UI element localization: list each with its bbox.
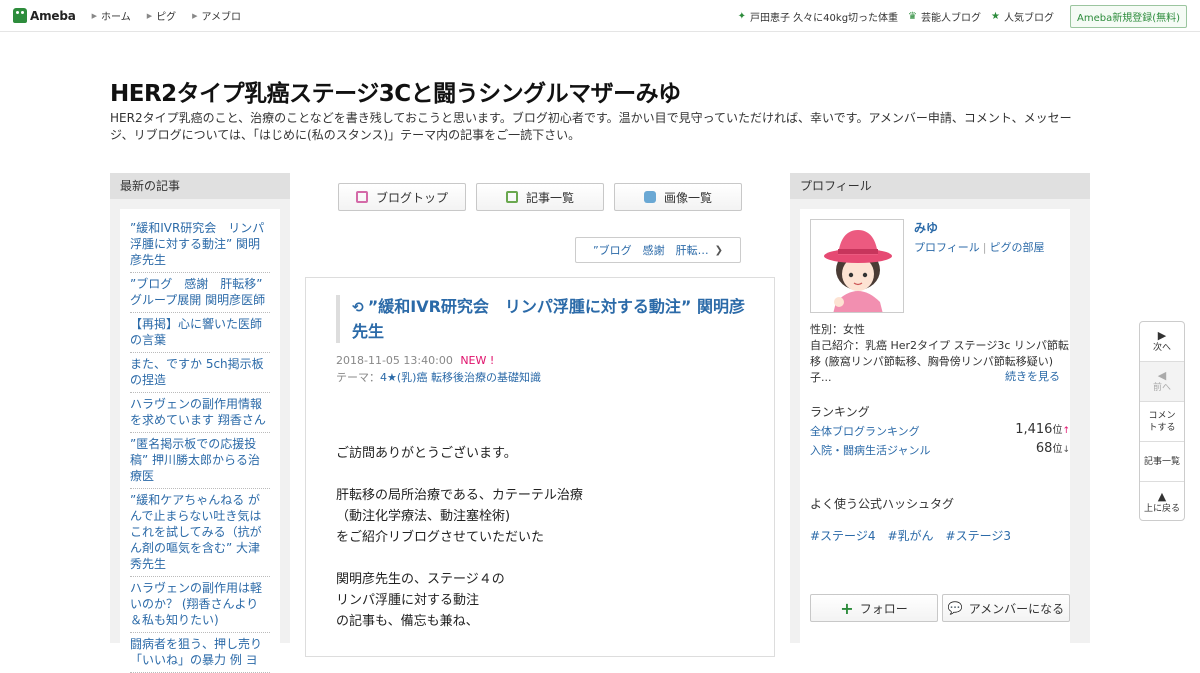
hashtag-heading: よく使う公式ハッシュタグ — [810, 497, 955, 511]
ameba-logo[interactable]: Ameba — [13, 8, 76, 23]
back-to-top-button[interactable]: ▲ 上に戻る — [1140, 482, 1184, 522]
left-sidebar: 最新の記事 ”緩和IVR研究会 リンパ浮腫に対する動注” 関明彦先生 ”ブログ … — [110, 173, 290, 673]
speech-bubble-icon: 💬 — [947, 601, 963, 615]
avatar[interactable] — [810, 219, 904, 313]
avatar-illustration — [811, 220, 903, 312]
recent-article-link[interactable]: 【再掲】心に響いた医師の言葉 — [130, 313, 270, 353]
chevron-right-icon: ❯ — [714, 244, 724, 256]
top-right-links: ✦ 戸田恵子 久々に40kg切った体重 ♛ 芸能人ブログ ★ 人気ブログ Ameba新… — [728, 0, 1187, 32]
body-line: ご訪問ありがとうございます。 — [336, 446, 517, 461]
article-body: ご訪問ありがとうございます。 肝転移の局所治療である、カテーテル治療 （動注化学… — [336, 443, 756, 632]
recent-article-link[interactable]: ハラヴェンの副作用は軽いのか？ (翔香さんより＆私も知りたい) — [130, 577, 270, 633]
profile-name[interactable]: みゆ — [914, 219, 938, 236]
register-button[interactable]: Ameba新規登録(無料) — [1069, 4, 1187, 28]
recent-articles-heading: 最新の記事 — [110, 173, 290, 199]
profile-heading: プロフィール — [790, 173, 1090, 199]
body-line: 関明彦先生の、ステージ４の — [336, 572, 505, 587]
triangle-left-icon: ◀ — [1157, 369, 1167, 382]
rank-down-icon: ↓ — [1062, 445, 1070, 455]
nav-ameblo-link[interactable]: ▶ アメブロ — [192, 8, 241, 24]
follow-button[interactable]: + フォロー — [810, 594, 938, 622]
genre-ranking-link[interactable]: 入院・闘病生活ジャンル — [810, 444, 930, 457]
recent-article-link[interactable]: ”緩和IVR研究会 リンパ浮腫に対する動注” 関明彦先生 — [130, 217, 270, 273]
amember-button[interactable]: 💬 アメンバーになる — [942, 594, 1070, 622]
crown-icon: ♛ — [908, 10, 918, 22]
popular-blog-link[interactable]: ★ 人気ブログ — [991, 9, 1054, 24]
body-line: リンパ浮腫に対する動注 — [336, 593, 480, 608]
ameba-logo-icon — [13, 8, 27, 23]
body-line: の記事も、備忘も兼ね、 — [336, 614, 479, 629]
chevron-right-icon: ▶ — [146, 11, 153, 20]
recent-article-link[interactable]: ”緩和ケアちゃんねる がんで止まらない吐き気はこれを試してみる（抗がん剤の嘔気を… — [130, 489, 270, 577]
article-date: 2018-11-05 13:40:00 — [336, 354, 453, 367]
read-more-link[interactable]: 続きを見る — [1005, 368, 1060, 384]
triangle-up-icon: ▲ — [1157, 489, 1167, 503]
article-meta: 2018-11-05 13:40:00 NEW ! テーマ：4★(乳)癌 転移後… — [336, 352, 541, 386]
recent-article-link[interactable]: ”匿名掲示板での応援投稿” 押川勝太郎からる治療医 — [130, 433, 270, 489]
triangle-right-icon: ▶ — [1157, 329, 1167, 342]
nav-pig-link[interactable]: ▶ ピグ — [146, 8, 176, 24]
recent-article-link[interactable]: ハラヴェンの副作用情報を求めています 翔香さん — [130, 393, 270, 433]
article-list-float-button[interactable]: 記事一覧 — [1140, 442, 1184, 482]
comment-button[interactable]: コメントする — [1140, 402, 1184, 442]
chevron-right-icon: ▶ — [91, 11, 98, 20]
star-icon: ★ — [991, 10, 1000, 22]
ranking-value: 68位↓ — [1035, 441, 1070, 456]
nav-home-link[interactable]: ▶ ホーム — [91, 8, 131, 24]
blog-top-button[interactable]: ブログトップ — [338, 183, 466, 211]
ranking-value: 1,416位↑ — [1015, 422, 1070, 437]
article: ⟲ ”緩和IVR研究会 リンパ浮腫に対する動注” 関明彦先生 2018-11-05… — [305, 277, 775, 657]
document-icon — [355, 191, 368, 203]
ranking-heading: ランキング — [810, 405, 870, 419]
separator: | — [982, 241, 987, 254]
list-icon — [505, 191, 518, 203]
article-theme-link[interactable]: 4★(乳)癌 転移後治療の基礎知識 — [380, 371, 541, 384]
hashtag-link[interactable]: #乳がん — [887, 529, 933, 543]
sparkle-icon: ✦ — [737, 10, 746, 22]
camera-icon — [643, 191, 656, 203]
reblog-icon: ⟲ — [352, 300, 364, 316]
new-badge: NEW ! — [460, 354, 495, 367]
plus-icon: + — [840, 598, 854, 618]
hashtag-list: #ステージ4 #乳がん #ステージ3 — [810, 527, 1023, 544]
pig-room-link[interactable]: ピグの部屋 — [990, 241, 1045, 254]
recent-article-link[interactable]: また、ですか 5ch掲示板の捏造 — [130, 353, 270, 393]
overall-ranking-link[interactable]: 全体ブログランキング — [810, 425, 920, 438]
recent-articles-list: ”緩和IVR研究会 リンパ浮腫に対する動注” 関明彦先生 ”ブログ 感謝 肝転移… — [120, 209, 280, 673]
blog-title[interactable]: HER2タイプ乳癌ステージ3Cと闘うシングルマザーみゆ — [110, 74, 681, 108]
celebrity-blog-link[interactable]: ♛ 芸能人ブログ — [908, 9, 981, 24]
recent-article-link[interactable]: ”ブログ 感謝 肝転移” グループ展開 関明彦医師 — [130, 273, 270, 313]
profile-card: みゆ プロフィール | ピグの部屋 性別：女性 自己紹介：乳癌 Her2タイプ ステ… — [800, 209, 1070, 649]
blog-nav-buttons: ブログトップ 記事一覧 画像一覧 — [338, 183, 752, 211]
hashtag-link[interactable]: #ステージ3 — [946, 529, 1011, 543]
body-line: 肝転移の局所治療である、カテーテル治療 — [336, 488, 583, 503]
ranking-row: 入院・闘病生活ジャンル 68位↓ — [810, 441, 1070, 458]
profile-gender: 性別：女性 — [810, 323, 865, 336]
body-line: （動注化学療法、動注塞栓術) — [336, 509, 511, 524]
profile-links: プロフィール | ピグの部屋 — [914, 239, 1045, 255]
article-list-button[interactable]: 記事一覧 — [476, 183, 604, 211]
next-article-link[interactable]: ”ブログ 感謝 肝転… ❯ — [575, 237, 741, 263]
article-title[interactable]: ⟲ ”緩和IVR研究会 リンパ浮腫に対する動注” 関明彦先生 — [336, 295, 746, 343]
blog-description: HER2タイプ乳癌のこと、治療のことなどを書き残しておこうと思います。ブログ初心… — [110, 111, 1072, 142]
body-line — [336, 548, 756, 569]
profile-link[interactable]: プロフィール — [914, 241, 980, 254]
body-line: をご紹介リブログさせていただいた — [336, 530, 545, 545]
chevron-right-icon: ▶ — [192, 11, 198, 20]
rank-up-icon: ↑ — [1062, 426, 1070, 436]
prev-button: ◀ 前へ — [1140, 362, 1184, 402]
recent-article-link[interactable]: 闘病者を狙う、押し売り「いいね」の暴力 例 ヨ — [130, 633, 270, 673]
image-list-button[interactable]: 画像一覧 — [614, 183, 742, 211]
body-line — [336, 464, 756, 485]
right-sidebar: プロフィール みゆ プロフィール | ピグの部屋 性別：女性 自己紹介：乳癌 H… — [790, 173, 1090, 649]
ranking-row: 全体ブログランキング 1,416位↑ — [810, 422, 1070, 439]
trending-link[interactable]: ✦ 戸田恵子 久々に40kg切った体重 — [738, 9, 898, 24]
floating-nav: ▶ 次へ ◀ 前へ コメントする 記事一覧 ▲ 上に戻る — [1139, 321, 1185, 521]
hashtag-link[interactable]: #ステージ4 — [810, 529, 875, 543]
next-button[interactable]: ▶ 次へ — [1140, 322, 1184, 362]
theme-label: テーマ： — [336, 371, 380, 384]
top-bar: Ameba ▶ ホーム ▶ ピグ ▶ アメブロ ✦ 戸田恵子 久々に40kg切った体重 … — [0, 0, 1200, 32]
